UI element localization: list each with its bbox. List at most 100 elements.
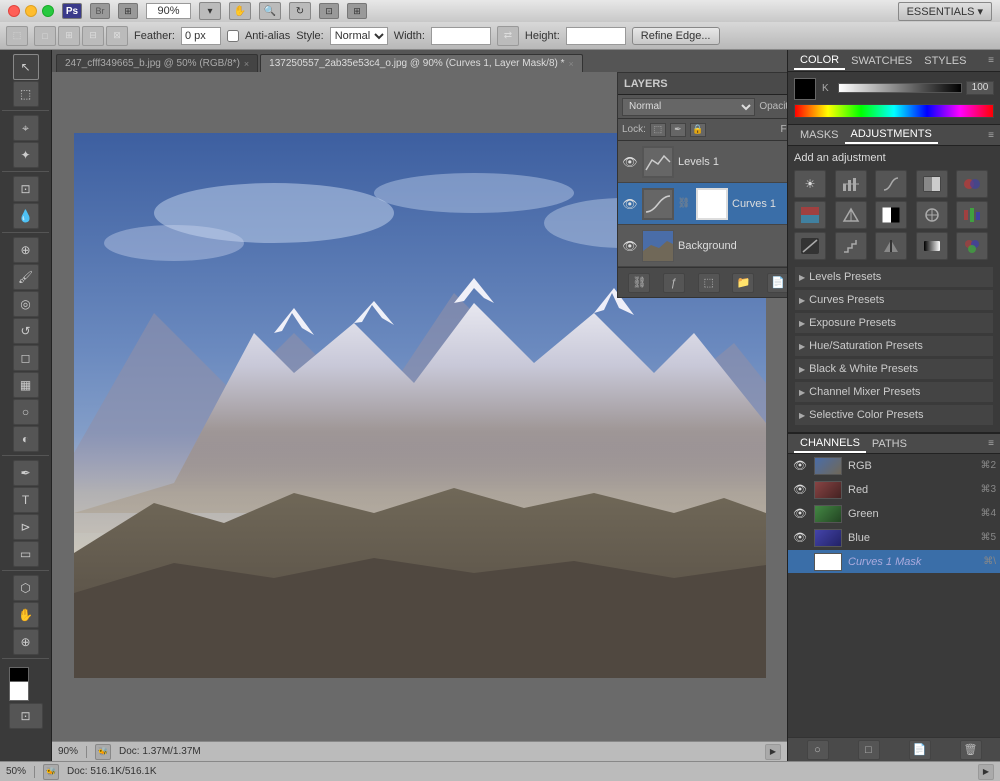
- lock-all-icon[interactable]: 🔒: [690, 123, 706, 137]
- color-swatch[interactable]: [794, 78, 816, 100]
- preset-levels[interactable]: ▶ Levels Presets: [794, 266, 994, 288]
- swap-icon[interactable]: ⇄: [497, 26, 519, 46]
- color-balance-btn[interactable]: [835, 201, 867, 229]
- channel-mixer-btn[interactable]: [956, 201, 988, 229]
- blur-tool[interactable]: ○: [13, 399, 39, 425]
- tab-masks[interactable]: MASKS: [794, 127, 845, 143]
- pen-tool[interactable]: ✒: [13, 460, 39, 486]
- layer-vis-0[interactable]: 👁: [622, 154, 638, 170]
- blend-mode-select[interactable]: Normal: [622, 98, 755, 116]
- status-info-icon[interactable]: 🐝: [95, 744, 111, 760]
- levels-btn[interactable]: [835, 170, 867, 198]
- width-input[interactable]: [431, 27, 491, 45]
- add-mask-btn[interactable]: ⬚: [698, 273, 720, 293]
- channel-blue[interactable]: 👁 Blue ⌘5: [788, 526, 1000, 550]
- bw-btn[interactable]: [875, 201, 907, 229]
- exposure-btn[interactable]: [916, 170, 948, 198]
- path-select-tool[interactable]: ⊳: [13, 514, 39, 540]
- preset-exposure[interactable]: ▶ Exposure Presets: [794, 312, 994, 334]
- new-layer-btn[interactable]: 📄: [767, 273, 787, 293]
- add-style-btn[interactable]: ƒ: [663, 273, 685, 293]
- new-sel-icon[interactable]: □: [34, 26, 56, 46]
- color-panel-options[interactable]: ≡: [988, 55, 994, 66]
- save-channel-btn[interactable]: □: [858, 740, 880, 760]
- invert-btn[interactable]: [794, 232, 826, 260]
- gradient-tool[interactable]: ▦: [13, 372, 39, 398]
- channel-green[interactable]: 👁 Green ⌘4: [788, 502, 1000, 526]
- close-button[interactable]: [8, 5, 20, 17]
- brightness-contrast-btn[interactable]: ☀: [794, 170, 826, 198]
- clone-tool[interactable]: ◎: [13, 291, 39, 317]
- selective-color-btn[interactable]: [956, 232, 988, 260]
- antialias-checkbox[interactable]: [227, 30, 239, 42]
- k-slider-track[interactable]: [838, 83, 962, 93]
- search-tool-btn[interactable]: 🔍: [259, 2, 281, 20]
- channel-curves-mask[interactable]: Curves 1 Mask ⌘\: [788, 550, 1000, 574]
- brush-tool[interactable]: 🖌: [13, 264, 39, 290]
- tab-0[interactable]: 247_cfff349665_b.jpg @ 50% (RGB/8*) ×: [56, 54, 258, 72]
- crop-tool[interactable]: ⊡: [13, 176, 39, 202]
- 3d-tool[interactable]: ⬡: [13, 575, 39, 601]
- tab-close-0[interactable]: ×: [244, 59, 249, 69]
- channel-rgb[interactable]: 👁 RGB ⌘2: [788, 454, 1000, 478]
- preset-selectivecolor[interactable]: ▶ Selective Color Presets: [794, 404, 994, 426]
- tab-channels[interactable]: CHANNELS: [794, 435, 866, 453]
- layer-item-2[interactable]: 👁 Background 🔒: [618, 225, 787, 267]
- layout-icon[interactable]: ⊞: [118, 3, 138, 19]
- lock-move-icon[interactable]: ✒: [670, 123, 686, 137]
- style-select[interactable]: Normal: [330, 27, 388, 45]
- link-layers-btn[interactable]: ⛓: [628, 273, 650, 293]
- arrange-btn[interactable]: ⊞: [347, 3, 367, 19]
- channel-vis-red[interactable]: 👁: [792, 482, 808, 498]
- layers-panel-header[interactable]: LAYERS ✕: [618, 73, 787, 95]
- channels-panel-options[interactable]: ≡: [988, 438, 994, 449]
- posterize-btn[interactable]: [835, 232, 867, 260]
- essentials-button[interactable]: ESSENTIALS ▾: [898, 2, 992, 21]
- screen-mode-btn[interactable]: ⊡: [319, 3, 339, 19]
- dodge-tool[interactable]: ◐: [13, 426, 39, 452]
- rotate-tool-btn[interactable]: ↻: [289, 2, 311, 20]
- history-brush-tool[interactable]: ↺: [13, 318, 39, 344]
- add-sel-icon[interactable]: ⊞: [58, 26, 80, 46]
- height-input[interactable]: [566, 27, 626, 45]
- zoom-tool[interactable]: ⊕: [13, 629, 39, 655]
- layer-vis-2[interactable]: 👁: [622, 238, 638, 254]
- screen-mode-bottom-btn[interactable]: ⊡: [9, 703, 43, 729]
- delete-channel-btn[interactable]: 🗑: [960, 740, 982, 760]
- curves-btn[interactable]: [875, 170, 907, 198]
- channel-vis-rgb[interactable]: 👁: [792, 458, 808, 474]
- int-sel-icon[interactable]: ⊠: [106, 26, 128, 46]
- refine-edge-button[interactable]: Refine Edge...: [632, 27, 720, 45]
- tab-styles[interactable]: STYLES: [918, 53, 972, 69]
- color-spectrum[interactable]: [794, 104, 994, 118]
- maximize-button[interactable]: [42, 5, 54, 17]
- tab-adjustments[interactable]: ADJUSTMENTS: [845, 126, 938, 144]
- layer-item-1[interactable]: 👁 ⛓ Curves 1: [618, 183, 787, 225]
- tab-swatches[interactable]: SWATCHES: [845, 53, 918, 69]
- preset-curves[interactable]: ▶ Curves Presets: [794, 289, 994, 311]
- hand-tool[interactable]: ✋: [13, 602, 39, 628]
- eyedropper-tool[interactable]: 💧: [13, 203, 39, 229]
- marquee-tool[interactable]: ⬚: [13, 81, 39, 107]
- tab-close-1[interactable]: ×: [569, 59, 574, 69]
- adj-panel-options[interactable]: ≡: [988, 130, 994, 141]
- minimize-button[interactable]: [25, 5, 37, 17]
- tab-paths[interactable]: PATHS: [866, 436, 913, 452]
- preset-channelmixer[interactable]: ▶ Channel Mixer Presets: [794, 381, 994, 403]
- zoom-down-btn[interactable]: ▾: [199, 2, 221, 20]
- tab-1[interactable]: 137250557_2ab35e53c4_o.jpg @ 90% (Curves…: [260, 54, 583, 72]
- channel-vis-green[interactable]: 👁: [792, 506, 808, 522]
- sub-sel-icon[interactable]: ⊟: [82, 26, 104, 46]
- new-group-btn[interactable]: 📁: [732, 273, 754, 293]
- text-tool[interactable]: T: [13, 487, 39, 513]
- bottom-info-icon[interactable]: 🐝: [43, 764, 59, 780]
- photo-filter-btn[interactable]: [916, 201, 948, 229]
- channel-vis-blue[interactable]: 👁: [792, 530, 808, 546]
- wand-tool[interactable]: ✦: [13, 142, 39, 168]
- heal-tool[interactable]: ⊕: [13, 237, 39, 263]
- gradient-map-btn[interactable]: [916, 232, 948, 260]
- lasso-tool[interactable]: ⌖: [13, 115, 39, 141]
- bottom-scroll-right-btn[interactable]: ▶: [978, 764, 994, 780]
- hand-tool-btn[interactable]: ✋: [229, 2, 251, 20]
- lock-pixels-icon[interactable]: ⬚: [650, 123, 666, 137]
